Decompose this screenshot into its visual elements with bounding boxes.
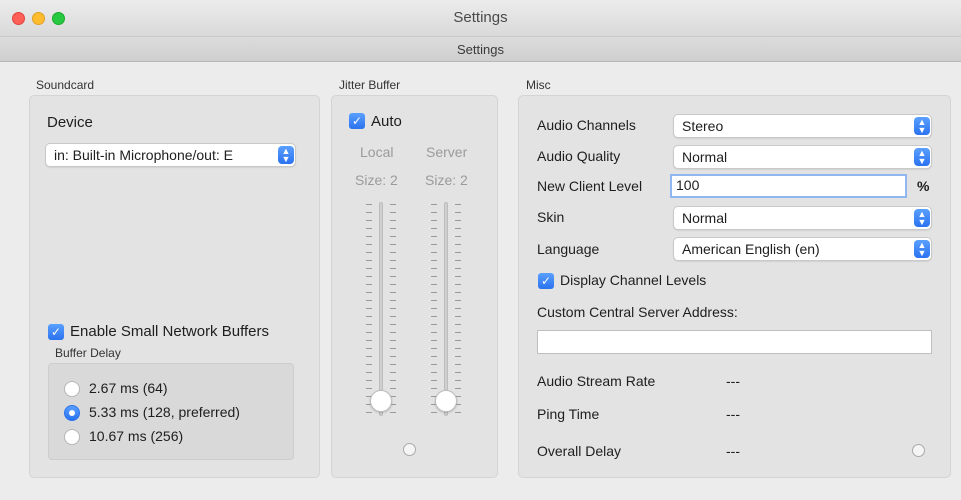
local-slider-ticks-right bbox=[390, 204, 396, 414]
buffer-option-128-label: 5.33 ms (128, preferred) bbox=[89, 404, 240, 420]
percent-unit-label: % bbox=[917, 178, 930, 194]
buffer-option-128-radio[interactable] bbox=[64, 405, 80, 421]
auto-jitter-checkbox[interactable]: ✓ bbox=[349, 113, 365, 129]
up-down-chevron-icon: ▲ ▼ bbox=[914, 209, 930, 227]
status-led-icon bbox=[912, 444, 925, 457]
overall-delay-value: --- bbox=[726, 443, 740, 459]
buffer-option-256-radio[interactable] bbox=[64, 429, 80, 445]
tab-settings[interactable]: Settings bbox=[0, 42, 961, 57]
server-jitter-slider[interactable] bbox=[420, 198, 472, 420]
buffer-option-64-radio[interactable] bbox=[64, 381, 80, 397]
ping-time-value: --- bbox=[726, 406, 740, 422]
skin-label: Skin bbox=[537, 209, 565, 225]
audio-quality-value: Normal bbox=[682, 149, 728, 165]
new-client-level-label: New Client Level bbox=[537, 178, 643, 194]
up-down-chevron-icon: ▲ ▼ bbox=[278, 146, 294, 164]
custom-server-label: Custom Central Server Address: bbox=[537, 304, 738, 320]
up-down-chevron-icon: ▲ ▼ bbox=[914, 148, 930, 166]
local-slider-track bbox=[379, 202, 383, 416]
display-levels-label: Display Channel Levels bbox=[560, 272, 707, 288]
buffer-delay-label: Buffer Delay bbox=[55, 346, 121, 360]
server-size-label: Size: 2 bbox=[425, 172, 468, 188]
server-slider-ticks-left bbox=[431, 204, 437, 414]
buffer-option-256-label: 10.67 ms (256) bbox=[89, 428, 184, 444]
server-slider-track bbox=[444, 202, 448, 416]
device-select[interactable]: in: Built-in Microphone/out: E ▲ ▼ bbox=[45, 143, 296, 167]
ping-time-label: Ping Time bbox=[537, 406, 600, 422]
server-label: Server bbox=[426, 144, 468, 160]
display-levels-checkbox[interactable]: ✓ bbox=[538, 273, 554, 289]
new-client-level-input[interactable]: 100 bbox=[670, 174, 907, 198]
device-label: Device bbox=[47, 114, 93, 131]
overall-delay-label: Overall Delay bbox=[537, 443, 622, 459]
jitter-group-title: Jitter Buffer bbox=[339, 78, 401, 92]
audio-channels-value: Stereo bbox=[682, 118, 724, 134]
misc-group-title: Misc bbox=[526, 78, 551, 92]
skin-select[interactable]: Normal ▲ ▼ bbox=[673, 206, 932, 230]
up-down-chevron-icon: ▲ ▼ bbox=[914, 240, 930, 258]
device-select-value: in: Built-in Microphone/out: E bbox=[54, 147, 233, 163]
local-slider-knob[interactable] bbox=[370, 390, 392, 412]
status-led-icon bbox=[403, 443, 416, 456]
audio-stream-rate-label: Audio Stream Rate bbox=[537, 373, 656, 389]
audio-channels-label: Audio Channels bbox=[537, 117, 636, 133]
custom-server-input[interactable] bbox=[537, 330, 932, 354]
audio-channels-select[interactable]: Stereo ▲ ▼ bbox=[673, 114, 932, 138]
soundcard-group-title: Soundcard bbox=[36, 78, 95, 92]
window-title: Settings bbox=[453, 9, 508, 26]
language-label: Language bbox=[537, 241, 600, 257]
local-jitter-slider[interactable] bbox=[355, 198, 407, 420]
local-slider-ticks-left bbox=[366, 204, 372, 414]
server-slider-ticks-right bbox=[455, 204, 461, 414]
local-label: Local bbox=[360, 144, 394, 160]
up-down-chevron-icon: ▲ ▼ bbox=[914, 117, 930, 135]
audio-stream-rate-value: --- bbox=[726, 373, 740, 389]
local-size-label: Size: 2 bbox=[355, 172, 398, 188]
small-buffers-checkbox[interactable]: ✓ bbox=[48, 324, 64, 340]
audio-quality-label: Audio Quality bbox=[537, 148, 621, 164]
skin-value: Normal bbox=[682, 210, 728, 226]
language-value: American English (en) bbox=[682, 241, 820, 257]
buffer-option-64-label: 2.67 ms (64) bbox=[89, 380, 168, 396]
language-select[interactable]: American English (en) ▲ ▼ bbox=[673, 237, 932, 261]
auto-jitter-label: Auto bbox=[371, 113, 402, 130]
server-slider-knob[interactable] bbox=[435, 390, 457, 412]
small-buffers-label: Enable Small Network Buffers bbox=[70, 323, 269, 340]
audio-quality-select[interactable]: Normal ▲ ▼ bbox=[673, 145, 932, 169]
